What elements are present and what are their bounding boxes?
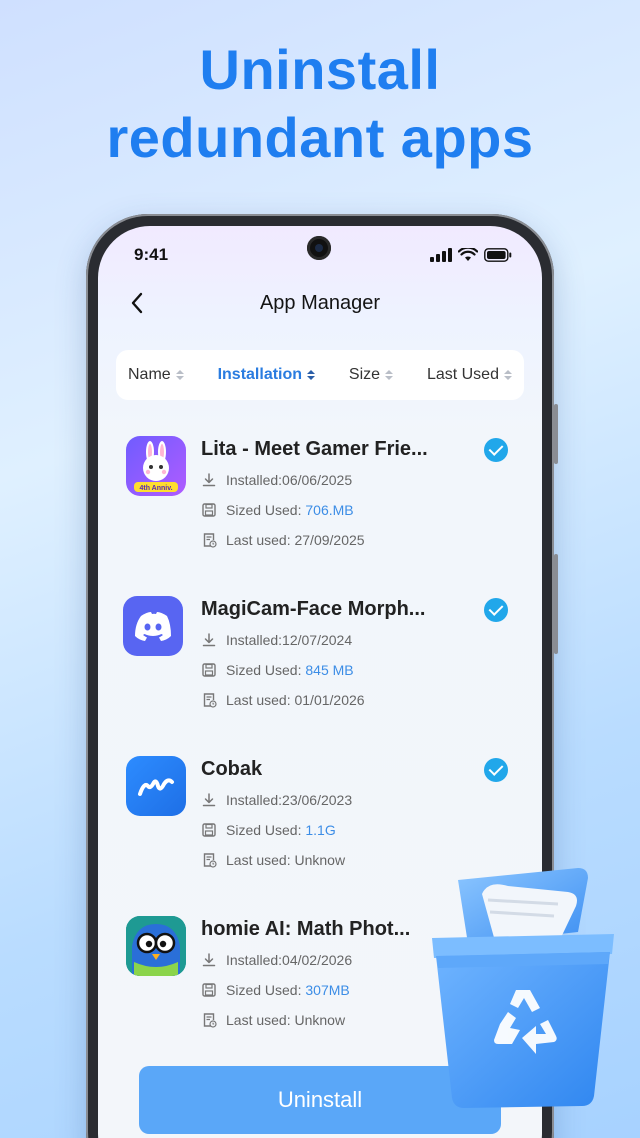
size-label: Sized Used: [226,502,306,518]
headline: Uninstall redundant apps [0,36,640,172]
download-icon [202,793,216,807]
status-bar: 9:41 [134,242,512,268]
status-icons [430,248,512,262]
wifi-icon [458,248,478,261]
save-disk-icon [202,983,216,997]
download-icon [202,473,216,487]
installed-date: Installed:04/02/2026 [226,952,353,968]
recycle-bin-icon [432,868,614,1108]
size-row: Sized Used: 706.MB [201,502,354,518]
sort-arrows-icon [385,370,394,380]
sort-bar: Name Installation Size Last Used [116,350,524,400]
sort-installation[interactable]: Installation [217,366,316,384]
last-used: Last used: Unknow [226,1012,346,1028]
sort-last-used[interactable]: Last Used [427,366,512,384]
lita-badge-text: 4th Anniv. [139,485,172,492]
app-list-item[interactable]: 4th Anniv. Lita - Meet Gamer Frie... Ins… [98,436,542,586]
installed-date: Installed:06/06/2025 [226,472,353,488]
last-used: Last used: Unknow [226,852,346,868]
installed-date: Installed:12/07/2024 [226,632,353,648]
last-used-row: Last used: 27/09/2025 [201,532,365,548]
size-value: 845 MB [305,662,354,678]
size-label: Sized Used: [226,822,306,838]
status-time: 9:41 [134,245,169,264]
last-used-row: Last used: Unknow [201,1012,345,1028]
checkbox-checked[interactable] [484,758,508,782]
download-icon [202,633,216,647]
app-name: Lita - Meet Gamer Frie... [201,438,428,460]
size-label: Sized Used: [226,662,306,678]
page-title: App Manager [259,292,381,314]
sort-size[interactable]: Size [348,366,394,384]
sort-name-label: Name [128,366,171,383]
sort-arrows-icon [307,370,316,380]
document-clock-icon [203,853,217,868]
save-disk-icon [202,823,216,837]
sort-arrows-icon [175,370,184,380]
save-disk-icon [202,503,216,517]
sort-name[interactable]: Name [128,366,184,384]
size-row: Sized Used: 307MB [201,982,350,998]
save-disk-icon [202,663,216,677]
discord-icon [123,596,183,656]
volume-button [554,404,558,464]
nav-bar: App Manager [98,288,542,320]
last-used-row: Last used: 01/01/2026 [201,692,365,708]
app-list-item[interactable]: MagiCam-Face Morph... Installed:12/07/20… [98,596,542,746]
installed-row: Installed:04/02/2026 [201,952,352,968]
installed-date: Installed:23/06/2023 [226,792,353,808]
battery-icon [484,248,512,262]
app-name: Cobak [201,758,263,780]
app-name: MagiCam-Face Morph... [201,598,426,620]
sort-size-label: Size [348,366,381,383]
headline-line-2: redundant apps [106,106,534,169]
size-label: Sized Used: [226,982,306,998]
size-value: 706.MB [305,502,354,518]
installed-row: Installed:06/06/2025 [201,472,352,488]
size-text: Sized Used: 845 MB [226,662,354,678]
sort-arrows-icon [503,370,512,380]
size-text: Sized Used: 307MB [226,982,350,998]
size-row: Sized Used: 1.1G [201,822,336,838]
size-row: Sized Used: 845 MB [201,662,354,678]
sort-installation-label: Installation [217,366,303,383]
sort-last-used-label: Last Used [426,366,499,383]
checkbox-checked[interactable] [484,438,508,462]
last-used-row: Last used: Unknow [201,852,345,868]
size-text: Sized Used: 706.MB [226,502,354,518]
installed-row: Installed:12/07/2024 [201,632,352,648]
checkbox-checked[interactable] [484,598,508,622]
size-value: 307MB [305,982,350,998]
document-clock-icon [203,693,217,708]
app-name: homie AI: Math Phot... [201,918,411,940]
power-button [554,554,558,654]
signal-icon [430,248,452,262]
installed-row: Installed:23/06/2023 [201,792,352,808]
document-clock-icon [203,1013,217,1028]
size-value: 1.1G [305,822,336,838]
last-used: Last used: 01/01/2026 [226,692,365,708]
headline-line-1: Uninstall [199,38,441,101]
last-used: Last used: 27/09/2025 [226,532,365,548]
download-icon [202,953,216,967]
size-text: Sized Used: 1.1G [226,822,336,838]
cobak-icon [126,756,186,816]
lita-bunny-icon: 4th Anniv. [126,436,186,496]
document-clock-icon [203,533,217,548]
owl-icon [126,916,186,976]
